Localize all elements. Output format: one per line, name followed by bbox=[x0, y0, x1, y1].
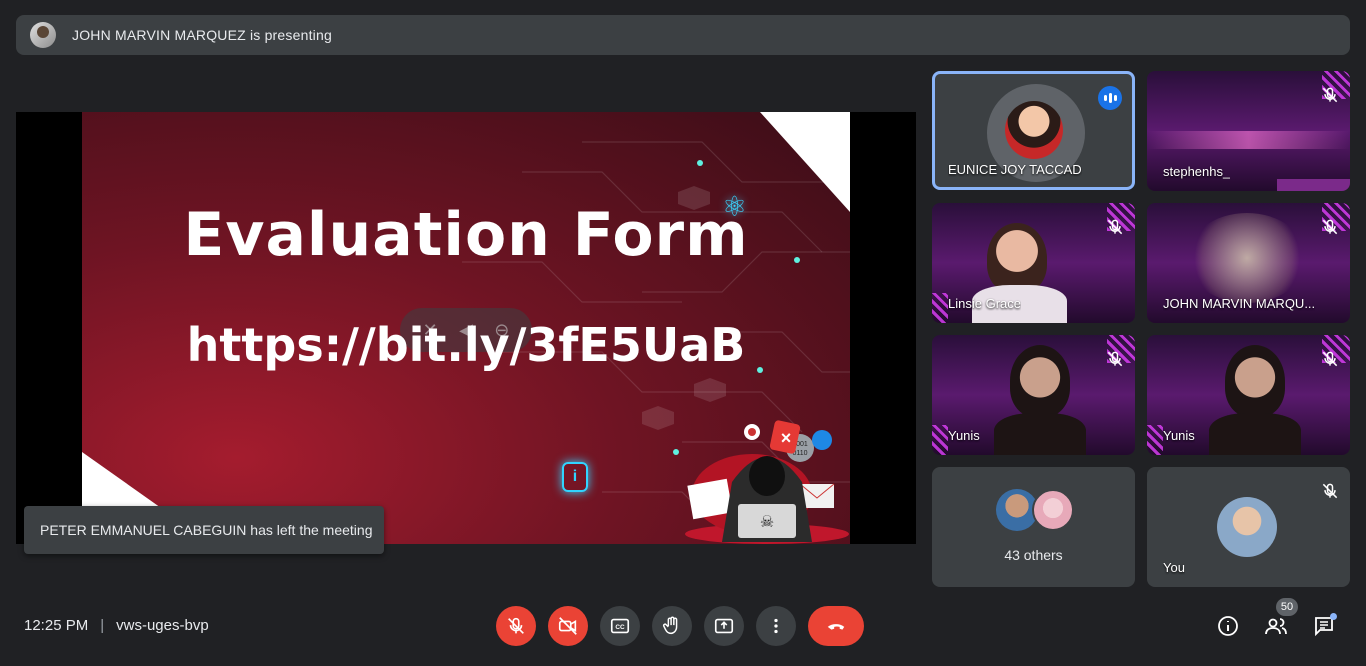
participant-video bbox=[1225, 345, 1285, 417]
participant-tile[interactable]: Yunis bbox=[1147, 335, 1350, 455]
slide-title: Evaluation Form bbox=[183, 200, 749, 270]
meeting-details-button[interactable] bbox=[1212, 610, 1244, 642]
speaking-indicator-icon bbox=[1098, 86, 1122, 110]
participant-name: Yunis bbox=[948, 428, 980, 443]
participant-name: EUNICE JOY TACCAD bbox=[948, 162, 1082, 177]
captions-button[interactable]: CC bbox=[600, 606, 640, 646]
divider: | bbox=[100, 617, 105, 634]
participant-name: Yunis bbox=[1163, 428, 1195, 443]
participant-name: JOHN MARVIN MARQU... bbox=[1163, 296, 1316, 311]
participant-video bbox=[1187, 213, 1307, 303]
camera-off-icon bbox=[558, 617, 577, 635]
svg-text:☠: ☠ bbox=[760, 514, 774, 531]
present-button[interactable] bbox=[704, 606, 744, 646]
participant-name: You bbox=[1163, 560, 1185, 575]
slide-url: https://bit.ly/3fE5UaB bbox=[186, 318, 746, 372]
presenting-banner: JOHN MARVIN MARQUEZ is presenting bbox=[16, 15, 1350, 55]
participant-name: Linsie Grace bbox=[948, 296, 1021, 311]
hang-up-icon bbox=[827, 624, 845, 630]
left-meeting-toast: PETER EMMANUEL CABEGUIN has left the mee… bbox=[24, 506, 384, 554]
participant-tile[interactable]: stephenhs_ bbox=[1147, 71, 1350, 191]
info-icon: i bbox=[562, 462, 588, 492]
present-icon bbox=[714, 618, 734, 634]
presentation-stage[interactable]: ⚛ Evaluation Form ✕ ◀ ⊖ https://bit.ly/3… bbox=[16, 112, 916, 544]
mic-toggle-button[interactable] bbox=[496, 606, 536, 646]
raise-hand-icon bbox=[663, 616, 678, 635]
svg-text:×: × bbox=[781, 428, 792, 448]
people-icon bbox=[1265, 618, 1287, 635]
meeting-time: 12:25 PM bbox=[24, 617, 89, 634]
meeting-code: vws-uges-bvp bbox=[116, 617, 209, 634]
participant-tile[interactable]: Yunis bbox=[932, 335, 1135, 455]
avatar bbox=[1217, 497, 1277, 557]
participant-video bbox=[987, 223, 1047, 293]
mic-off-icon bbox=[508, 617, 524, 634]
mic-off-icon bbox=[1322, 351, 1338, 367]
participant-tile[interactable]: Linsie Grace bbox=[932, 203, 1135, 323]
avatar bbox=[1005, 101, 1063, 159]
corner-shape bbox=[760, 112, 850, 212]
mic-off-icon bbox=[1322, 483, 1338, 499]
shared-slide: ⚛ Evaluation Form ✕ ◀ ⊖ https://bit.ly/3… bbox=[82, 112, 850, 544]
bottom-toolbar: 12:25 PM | vws-uges-bvp CC bbox=[0, 596, 1366, 656]
mic-off-icon bbox=[1107, 219, 1123, 235]
mic-off-icon bbox=[1322, 87, 1338, 103]
svg-text:CC: CC bbox=[615, 624, 625, 631]
self-tile[interactable]: You bbox=[1147, 467, 1350, 587]
mic-off-icon bbox=[1322, 219, 1338, 235]
participant-name: stephenhs_ bbox=[1163, 164, 1231, 179]
hacker-illustration: ☠ 1001 0110 × bbox=[685, 420, 849, 544]
meeting-info: 12:25 PM | vws-uges-bvp bbox=[24, 617, 209, 634]
people-count-badge: 50 bbox=[1276, 598, 1298, 616]
others-count-label: 43 others bbox=[1004, 547, 1063, 563]
raise-hand-button[interactable] bbox=[652, 606, 692, 646]
others-tile[interactable]: 43 others bbox=[932, 467, 1135, 587]
leave-call-button[interactable] bbox=[808, 606, 864, 646]
participant-tile[interactable]: JOHN MARVIN MARQU... bbox=[1147, 203, 1350, 323]
more-options-button[interactable] bbox=[756, 606, 796, 646]
more-icon bbox=[774, 618, 778, 634]
presenting-label: JOHN MARVIN MARQUEZ is presenting bbox=[72, 27, 332, 43]
participant-tile[interactable]: EUNICE JOY TACCAD bbox=[932, 71, 1135, 190]
mic-off-icon bbox=[1107, 351, 1123, 367]
camera-toggle-button[interactable] bbox=[548, 606, 588, 646]
participant-video bbox=[1010, 345, 1070, 417]
avatar bbox=[1032, 489, 1074, 531]
chat-notification-dot bbox=[1330, 613, 1337, 620]
captions-icon: CC bbox=[610, 618, 630, 634]
presenter-avatar bbox=[30, 22, 56, 48]
info-icon bbox=[1218, 616, 1238, 636]
